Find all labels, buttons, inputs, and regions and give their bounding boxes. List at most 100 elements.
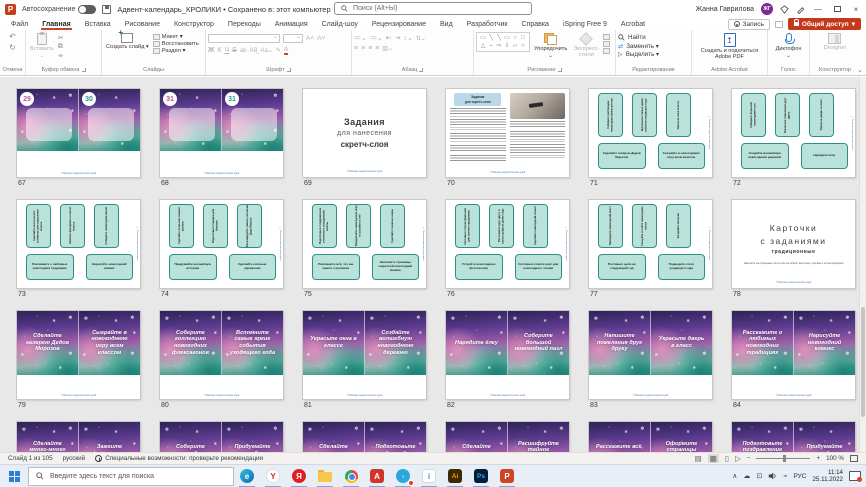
slide-thumbnail-82[interactable]: ❄•❄•❄❄❄❄••Нарядите ёлку❄❄❄•❄•❄❄•Соберите… <box>446 311 569 399</box>
avatar[interactable]: ЖГ <box>761 3 773 15</box>
language-tray[interactable]: РУС <box>793 473 806 480</box>
designer-button[interactable]: Designer <box>822 32 848 52</box>
illustrator-icon[interactable]: Ai <box>442 465 468 487</box>
quick-styles-button[interactable]: Экспресс-стили <box>571 32 601 59</box>
redo-icon[interactable]: ↻ <box>9 43 16 52</box>
slide-thumbnail-79[interactable]: •❄❄•❄•❄❄•Сделайте галерею Дедов Морозов❄… <box>17 311 140 399</box>
reading-view-icon[interactable]: ▯ <box>725 454 729 463</box>
find-button[interactable]: Найти <box>618 34 689 41</box>
language-indicator[interactable]: русский <box>63 455 86 462</box>
slide-thumbnail-72[interactable]: Соберите большой новогодний пазлНапишите… <box>732 89 855 177</box>
create-pdf-button[interactable]: ↥ Создать и поделиться Adobe PDF <box>694 32 765 61</box>
ispring-icon[interactable]: i <box>416 465 442 487</box>
font-size-combo[interactable] <box>283 34 303 43</box>
line-spacing-icon[interactable]: ↕⌄ <box>404 34 413 42</box>
bold-icon[interactable]: Ж <box>208 47 214 54</box>
tab-home[interactable]: Главная <box>35 18 77 30</box>
tab-slideshow[interactable]: Слайд-шоу <box>315 18 365 30</box>
slide-thumbnail-80[interactable]: ❄•❄❄❄❄•❄••Соберите коллекцию новогодних … <box>160 311 283 399</box>
tab-developer[interactable]: Разработчик <box>460 18 515 30</box>
italic-icon[interactable]: К <box>217 47 221 54</box>
slide-thumbnail[interactable]: ❄•❄❄❄❄•❄••Сделайте много-много снежинок … <box>17 422 140 452</box>
copy-icon[interactable]: ⧉ <box>58 43 64 51</box>
shrink-font-icon[interactable]: А˅ <box>317 35 325 42</box>
taskbar-search[interactable]: Введите здесь текст для поиска <box>28 467 234 486</box>
document-title[interactable]: Адвент-календарь_КРОЛИКИ • Сохранено в: … <box>117 5 330 14</box>
onedrive-cloud-icon[interactable]: ☁ <box>743 472 750 480</box>
yandex-browser-icon[interactable]: Я <box>286 465 312 487</box>
slide-thumbnail-67[interactable]: ❄•❄❄❄❄•❄••29❄•❄•❄❄•❄••30© Магазин педаго… <box>17 89 140 177</box>
tray-expand-icon[interactable]: ∧ <box>732 472 737 480</box>
arrange-button[interactable]: Упорядочить⌄ <box>532 32 569 60</box>
chrome-icon[interactable] <box>338 465 364 487</box>
reset-button[interactable]: Восстановить <box>153 41 199 47</box>
slide-thumbnail-84[interactable]: •❄❄•❄•❄❄•Расскажите о любимых новогодних… <box>732 311 855 399</box>
text-direction-icon[interactable]: ⇅⌄ <box>416 35 426 42</box>
slide-thumbnail-71[interactable]: Соберите коллекцию новогодних флексагоно… <box>589 89 712 177</box>
slide-thumbnail-70[interactable]: Заданиядля скретч-слоя© Магазин педагоги… <box>446 89 569 177</box>
action-center-icon[interactable] <box>849 471 861 481</box>
share-button[interactable]: Общий доступ▾ <box>788 18 861 30</box>
char-spacing-icon[interactable]: АВ̲ <box>250 48 258 54</box>
tab-animations[interactable]: Анимация <box>268 18 315 30</box>
highlight-icon[interactable]: ✎ <box>276 47 281 54</box>
shape-outline-button[interactable]: Контур фигуры ▾ <box>603 41 613 47</box>
scrollbar-thumb[interactable] <box>861 307 865 417</box>
autosave-toggle[interactable] <box>78 5 96 14</box>
tab-draw[interactable]: Рисование <box>118 18 167 30</box>
tab-transitions[interactable]: Переходы <box>221 18 268 30</box>
collapse-ribbon-icon[interactable]: ⌄ <box>857 66 863 74</box>
select-button[interactable]: ▷Выделить ▾ <box>618 51 689 58</box>
slideshow-view-icon[interactable]: ▷ <box>735 454 741 463</box>
record-button[interactable]: Запись <box>728 19 770 30</box>
explorer-icon[interactable] <box>312 465 338 487</box>
search-box[interactable]: Поиск (Alt+Ы) <box>334 2 532 15</box>
underline-icon[interactable]: Ч <box>224 47 229 54</box>
section-button[interactable]: Раздел ▾ <box>153 48 199 54</box>
slide-thumbnail-83[interactable]: ❄❄❄•❄•❄❄•Напишите пожелания друг другу•❄… <box>589 311 712 399</box>
dialog-launcher-icon[interactable] <box>419 68 423 72</box>
acrobat-icon[interactable]: A <box>364 465 390 487</box>
dialog-launcher-icon[interactable] <box>287 68 291 72</box>
slide-thumbnail[interactable]: ❄❄❄•❄•❄❄•Сделайте елочные украшения•❄❄•❄… <box>446 422 569 452</box>
clock[interactable]: 11:14 25.11.2022 <box>812 469 843 483</box>
justify-icon[interactable]: ≡ <box>375 45 379 52</box>
yandex-icon[interactable]: Y <box>260 465 286 487</box>
slide-thumbnail-68[interactable]: ❄•❄•❄❄•❄••31❄•❄•❄❄❄❄••31© Магазин педаго… <box>160 89 283 177</box>
close-button[interactable]: × <box>850 5 862 14</box>
shape-effects-button[interactable]: Эффекты фигуры ▾ <box>603 48 613 54</box>
format-painter-icon[interactable]: ⌯ <box>58 52 64 60</box>
numbering-icon[interactable]: ≕⌄ <box>370 34 383 42</box>
zoom-out-icon[interactable]: − <box>747 455 751 462</box>
tab-review[interactable]: Рецензирование <box>365 18 433 30</box>
dialog-launcher-icon[interactable] <box>558 68 562 72</box>
align-left-icon[interactable]: ≡ <box>354 45 358 52</box>
align-center-icon[interactable]: ≡ <box>361 45 365 52</box>
minimize-button[interactable]: — <box>812 5 824 14</box>
tab-ispring[interactable]: iSpring Free 9 <box>556 18 614 30</box>
pen-icon[interactable] <box>796 5 805 14</box>
slide-thumbnail-81[interactable]: ❄•❄•❄❄•❄••Украсьте окна в классе❄•❄•❄❄❄❄… <box>303 311 426 399</box>
slide-thumbnail[interactable]: ❄•❄•❄❄•❄••Соберите новогодние венки❄•❄•❄… <box>160 422 283 452</box>
font-name-combo[interactable] <box>208 34 280 43</box>
slide-thumbnail-77[interactable]: Проведите новогодний квестТанцуйте и пой… <box>589 200 712 288</box>
slide-thumbnail[interactable]: ❄•❄•❄❄❄❄••Сделайте открытки своими рукам… <box>303 422 426 452</box>
powerpoint-icon[interactable]: P <box>494 465 520 487</box>
comment-icon[interactable] <box>775 21 783 28</box>
slide-thumbnail[interactable]: ❄•❄❄❄❄•❄••Подготовьте поздравление учите… <box>732 422 855 452</box>
paste-button[interactable]: Вставить⌄ <box>28 32 56 60</box>
replace-button[interactable]: ⇄Заменить ▾ <box>618 43 689 50</box>
maximize-button[interactable] <box>831 5 843 14</box>
new-slide-button[interactable]: Создать слайд ▾ <box>104 32 151 51</box>
chat-app-icon[interactable]: ◦ <box>390 465 416 487</box>
dictate-button[interactable]: Диктофон⌄ <box>774 32 804 60</box>
slide-thumbnail-74[interactable]: Сделайте открытки своими рукамиПодготовь… <box>160 200 283 288</box>
tab-view[interactable]: Вид <box>433 18 460 30</box>
slide-thumbnail-78[interactable]: Карточкис заданиямитрадиционныеНаклейте … <box>732 200 855 288</box>
slide-sorter[interactable]: ❄•❄❄❄❄•❄••29❄•❄•❄❄•❄••30© Магазин педаго… <box>0 77 866 452</box>
security-icon[interactable]: ⊡ <box>756 472 762 480</box>
vertical-scrollbar[interactable] <box>859 77 866 452</box>
decrease-indent-icon[interactable]: ⇤ <box>386 34 392 42</box>
dialog-launcher-icon[interactable] <box>82 68 86 72</box>
font-color-icon[interactable]: А <box>284 46 288 55</box>
